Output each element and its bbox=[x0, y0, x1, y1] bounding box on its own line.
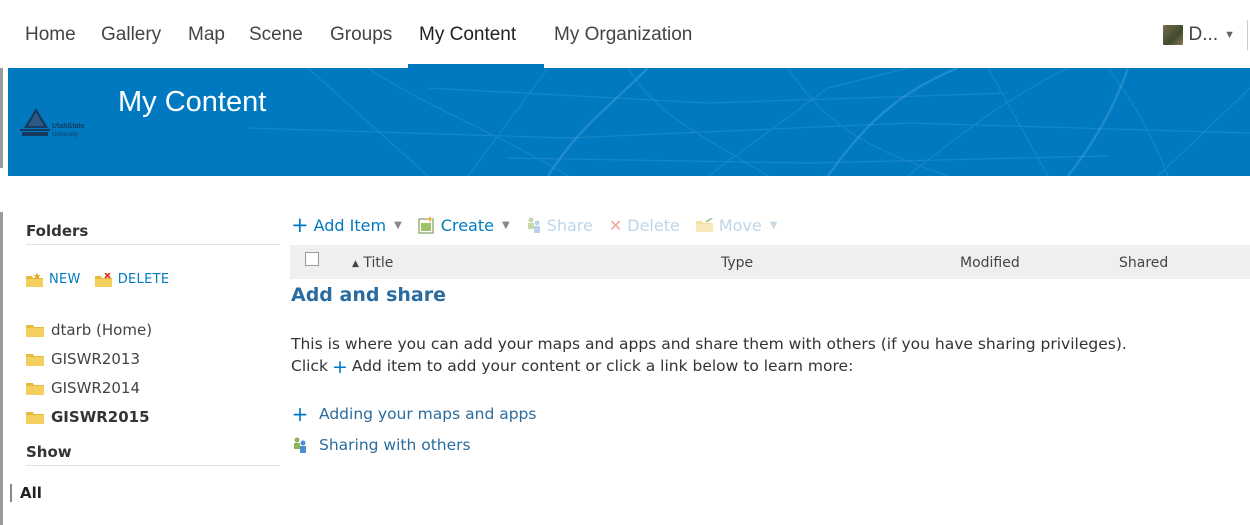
window-edge bbox=[0, 0, 8, 525]
plus-icon: + bbox=[331, 356, 348, 378]
delete-button[interactable]: ✕ Delete bbox=[609, 216, 680, 235]
items-table-header: ▲ Title Type Modified Shared bbox=[290, 245, 1250, 279]
adding-maps-link[interactable]: + Adding your maps and apps bbox=[291, 402, 537, 426]
svg-text:University: University bbox=[52, 132, 78, 138]
delete-folder-button[interactable]: DELETE bbox=[94, 272, 170, 287]
description-rest-text: Add item to add your content or click a … bbox=[351, 357, 854, 375]
nav-gallery[interactable]: Gallery bbox=[101, 24, 161, 46]
folder-label: GISWR2013 bbox=[51, 349, 140, 368]
nav-groups[interactable]: Groups bbox=[330, 24, 392, 46]
select-all-checkbox[interactable] bbox=[305, 252, 319, 266]
create-label: Create bbox=[440, 215, 494, 235]
column-shared[interactable]: Shared bbox=[1119, 255, 1168, 271]
description-click-text: Click bbox=[291, 357, 328, 375]
folders-heading: Folders bbox=[26, 222, 280, 245]
column-title-label: Title bbox=[363, 255, 394, 271]
new-folder-button[interactable]: NEW bbox=[26, 272, 81, 287]
empty-state-description: This is where you can add your maps and … bbox=[291, 333, 1241, 378]
add-item-label: Add Item bbox=[313, 215, 387, 235]
chevron-down-icon: ▼ bbox=[501, 219, 510, 231]
top-navigation: Home Gallery Map Scene Groups My Content… bbox=[0, 0, 1250, 68]
plus-icon: + bbox=[291, 402, 309, 426]
nav-divider bbox=[1247, 20, 1248, 50]
empty-state-title: Add and share bbox=[291, 284, 446, 306]
create-button[interactable]: Create ▼ bbox=[418, 216, 510, 235]
move-button[interactable]: Move ▼ bbox=[695, 215, 778, 235]
sharing-link-label: Sharing with others bbox=[319, 436, 471, 454]
folder-item[interactable]: dtarb (Home) bbox=[26, 315, 280, 344]
folder-list: dtarb (Home) GISWR2013 GISWR2014 GISWR20… bbox=[26, 315, 280, 431]
share-button[interactable]: Share bbox=[526, 216, 593, 235]
column-modified[interactable]: Modified bbox=[960, 255, 1020, 271]
nav-map[interactable]: Map bbox=[188, 24, 225, 46]
svg-text:UtahState: UtahState bbox=[52, 123, 85, 130]
show-heading: Show bbox=[26, 443, 280, 466]
chevron-down-icon: ▼ bbox=[1224, 29, 1235, 41]
page-banner: UtahState University My Content bbox=[8, 68, 1250, 176]
share-icon bbox=[294, 437, 306, 453]
description-line-2: Click + Add item to add your content or cl… bbox=[291, 355, 1241, 378]
new-folder-label: NEW bbox=[49, 272, 81, 287]
user-name: D... bbox=[1188, 24, 1219, 45]
sort-ascending-icon: ▲ bbox=[352, 259, 359, 269]
nav-my-content[interactable]: My Content bbox=[419, 24, 516, 46]
folder-icon bbox=[26, 324, 44, 337]
folder-label: GISWR2015 bbox=[51, 407, 150, 426]
folder-label: dtarb (Home) bbox=[51, 320, 153, 339]
folder-item[interactable]: GISWR2013 bbox=[26, 344, 280, 373]
share-icon bbox=[527, 217, 540, 233]
folder-actions: NEW DELETE bbox=[26, 272, 280, 287]
folder-icon bbox=[26, 382, 44, 395]
selection-indicator bbox=[10, 484, 12, 502]
description-line-1: This is where you can add your maps and … bbox=[291, 335, 1127, 353]
column-title[interactable]: ▲ Title bbox=[352, 255, 393, 271]
page-title: My Content bbox=[118, 86, 267, 118]
nav-home[interactable]: Home bbox=[25, 24, 76, 46]
university-logo: UtahState University bbox=[18, 98, 98, 156]
share-label: Share bbox=[546, 215, 593, 235]
folder-item-selected[interactable]: GISWR2015 bbox=[26, 402, 280, 431]
user-menu[interactable]: D... ▼ bbox=[1162, 24, 1235, 46]
content-toolbar: + Add Item ▼ Create ▼ Share ✕ Delete Mov… bbox=[291, 212, 793, 238]
close-icon: ✕ bbox=[608, 215, 623, 235]
delete-folder-label: DELETE bbox=[117, 272, 170, 287]
move-label: Move bbox=[718, 215, 762, 235]
add-item-button[interactable]: + Add Item ▼ bbox=[291, 212, 402, 237]
folder-icon bbox=[26, 353, 44, 366]
sharing-link[interactable]: Sharing with others bbox=[291, 436, 471, 454]
create-icon bbox=[418, 216, 434, 234]
folder-label: GISWR2014 bbox=[51, 378, 140, 397]
nav-scene[interactable]: Scene bbox=[249, 24, 303, 46]
show-filter-label: All bbox=[20, 484, 42, 502]
column-type[interactable]: Type bbox=[721, 255, 753, 271]
chevron-down-icon: ▼ bbox=[394, 219, 402, 231]
sidebar: Folders NEW DELETE dtarb (Home) GISWR201… bbox=[10, 222, 280, 502]
show-filter-all[interactable]: All bbox=[10, 484, 280, 502]
map-texture bbox=[247, 68, 1250, 176]
avatar bbox=[1162, 25, 1183, 45]
delete-folder-icon bbox=[94, 272, 112, 287]
folder-item[interactable]: GISWR2014 bbox=[26, 373, 280, 402]
nav-my-organization[interactable]: My Organization bbox=[554, 24, 692, 46]
plus-icon: + bbox=[291, 212, 309, 237]
folder-icon bbox=[26, 411, 44, 424]
chevron-down-icon: ▼ bbox=[769, 219, 778, 231]
new-folder-icon bbox=[26, 272, 43, 287]
adding-maps-link-label: Adding your maps and apps bbox=[319, 405, 537, 423]
delete-label: Delete bbox=[627, 215, 680, 235]
move-folder-icon bbox=[695, 218, 713, 232]
